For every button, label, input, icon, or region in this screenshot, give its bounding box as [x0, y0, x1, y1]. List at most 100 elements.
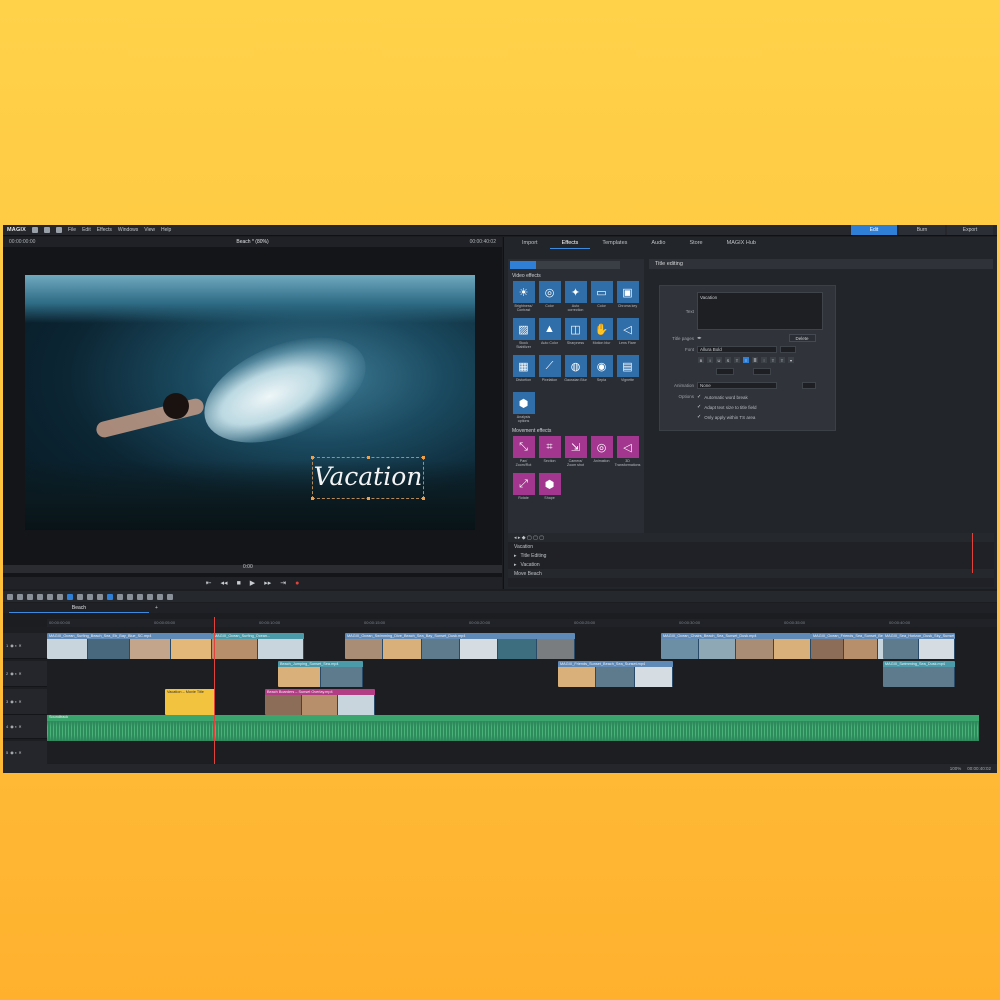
- track-controls-icon[interactable]: ◉ ◐ ✕: [10, 643, 21, 648]
- effect-tile[interactable]: ✋ Motion blur: [590, 318, 613, 352]
- effect-tile[interactable]: ◁ Lens Flare: [616, 318, 639, 352]
- effect-tile[interactable]: ◉ Sepia: [590, 355, 613, 389]
- menu-file[interactable]: File: [68, 227, 76, 233]
- preview-scrubber[interactable]: 0:00: [3, 564, 502, 573]
- zoom-icon[interactable]: [127, 593, 133, 600]
- font-size-select[interactable]: [780, 346, 796, 353]
- open-folder-icon[interactable]: [44, 227, 51, 233]
- text-icon[interactable]: [167, 593, 173, 600]
- redo-icon[interactable]: [17, 593, 23, 600]
- save-icon[interactable]: [56, 227, 63, 233]
- track-header[interactable]: 4 ◉ ◐ ✕: [3, 715, 47, 739]
- lock-icon[interactable]: [87, 593, 93, 600]
- video-effects-header[interactable]: Video effects: [508, 271, 644, 281]
- trim-icon[interactable]: [137, 593, 143, 600]
- stop-icon[interactable]: ■: [237, 580, 241, 587]
- project-tab-beach[interactable]: Beach: [9, 603, 149, 613]
- tab-templates[interactable]: Templates: [590, 237, 639, 249]
- range-icon[interactable]: [117, 593, 123, 600]
- format-button[interactable]: I: [707, 357, 713, 363]
- menu-edit[interactable]: Edit: [82, 227, 91, 233]
- keyframe-row[interactable]: ▸ Vacation: [508, 560, 994, 569]
- effect-tile[interactable]: ▲ Auto Color: [538, 318, 561, 352]
- effect-tile[interactable]: ✦ Auto correction: [564, 281, 587, 315]
- tab-store[interactable]: Store: [677, 237, 714, 249]
- cut-icon[interactable]: [27, 593, 33, 600]
- effect-tile[interactable]: ☀ Brightness/ Contrast: [512, 281, 535, 315]
- tab-audio[interactable]: Audio: [639, 237, 677, 249]
- movement-effects-header[interactable]: Movement effects: [508, 426, 644, 436]
- keyframe-tools-icon[interactable]: ◂ ▸ ◆ ▢ ▢ ▢: [514, 535, 544, 541]
- timeline-clip[interactable]: MAGIX_Ocean_Chairs_Beach_Sea_Sunset_Dusk…: [661, 633, 811, 659]
- track-header[interactable]: 5 ◉ ◐ ✕: [3, 741, 47, 765]
- effect-tile[interactable]: ◍ Gaussian Blur: [564, 355, 587, 389]
- effect-tile[interactable]: ◫ Sharpness: [564, 318, 587, 352]
- track-header[interactable]: 1 ◉ ◐ ✕: [3, 633, 47, 659]
- effect-tile[interactable]: ▨ Stock Stabilizer: [512, 318, 535, 352]
- undo-icon[interactable]: [7, 593, 13, 600]
- timeline-clip[interactable]: MAGIX_Ocean_Swimming_Dive_Beach_Sea_Bay_…: [345, 633, 575, 659]
- timeline-playhead[interactable]: [214, 617, 215, 767]
- mouse-mode-icon[interactable]: [107, 593, 113, 600]
- track-header[interactable]: 3 ◉ ◐ ✕: [3, 689, 47, 715]
- effects-search-input[interactable]: [510, 261, 620, 269]
- page-stepper-icon[interactable]: ◂▸: [697, 335, 702, 341]
- expand-icon[interactable]: ▸: [514, 562, 517, 568]
- video-frame[interactable]: Vacation: [25, 275, 475, 530]
- delete-button[interactable]: Delete: [788, 334, 816, 342]
- mode-tab-edit[interactable]: Edit: [851, 225, 897, 235]
- link-icon[interactable]: [97, 593, 103, 600]
- format-button[interactable]: B: [698, 357, 704, 363]
- resize-handle[interactable]: [422, 456, 425, 459]
- effect-tile[interactable]: ◎ Animation: [590, 436, 613, 470]
- expand-icon[interactable]: ▸: [514, 553, 517, 559]
- mode-tab-burn[interactable]: Burn: [899, 225, 945, 235]
- effect-tile[interactable]: ⇲ Camera/ Zoom shot: [564, 436, 587, 470]
- split-icon[interactable]: [47, 593, 53, 600]
- effect-tile[interactable]: ⤡ Pan/ Zoom/Rot: [512, 436, 535, 470]
- timeline-clip[interactable]: Beach Boarders – Sunset Overlay.mp4: [265, 689, 375, 715]
- format-button[interactable]: T: [779, 357, 785, 363]
- tab-effects[interactable]: Effects: [549, 237, 591, 249]
- effect-tile[interactable]: ◎ Color: [538, 281, 561, 315]
- forward-icon[interactable]: ▸▸: [264, 579, 271, 587]
- play-icon[interactable]: ▶: [250, 579, 255, 587]
- format-button[interactable]: ▾: [788, 357, 794, 363]
- mode-tab-export[interactable]: Export: [947, 225, 993, 235]
- adapt-size-checkbox[interactable]: Adapt text size to title field: [697, 404, 756, 410]
- effect-tile[interactable]: ▦ Distortion: [512, 355, 535, 389]
- animation-select[interactable]: None: [697, 382, 777, 389]
- format-button[interactable]: ⫶: [761, 357, 767, 363]
- keyframe-playhead[interactable]: [972, 533, 973, 573]
- timeline-clip[interactable]: MAGIX_Ocean_Surfing_Ocean...: [212, 633, 304, 659]
- effect-tile[interactable]: ⌗ Section: [538, 436, 561, 470]
- effect-tile[interactable]: ▤ Vignette: [616, 355, 639, 389]
- resize-handle[interactable]: [311, 456, 314, 459]
- audio-clip[interactable]: Soundtrack: [47, 715, 979, 741]
- timeline-clip[interactable]: MAGIX_Ocean_Surfing_Beach_Sea_Eb_Bay_Blu…: [47, 633, 212, 659]
- add-project-icon[interactable]: +: [155, 605, 158, 611]
- animation-duration-field[interactable]: [802, 382, 816, 389]
- effect-tile[interactable]: ⬢ Shape: [538, 473, 561, 507]
- tab-magix-hub[interactable]: MAGIX Hub: [715, 237, 768, 249]
- menu-windows[interactable]: Windows: [118, 227, 138, 233]
- track-controls-icon[interactable]: ◉ ◐ ✕: [10, 699, 21, 704]
- resize-handle[interactable]: [422, 497, 425, 500]
- zoom-level[interactable]: 100%: [950, 766, 962, 771]
- effect-tile[interactable]: ⬢ Analysis options: [512, 392, 535, 426]
- keyframe-row[interactable]: ▸ Title Editing: [508, 551, 994, 560]
- record-icon[interactable]: ●: [295, 580, 299, 587]
- delete-icon[interactable]: [37, 593, 43, 600]
- track-header[interactable]: 2 ◉ ◐ ✕: [3, 661, 47, 687]
- group-icon[interactable]: [57, 593, 63, 600]
- format-button[interactable]: ≣: [752, 357, 758, 363]
- snap-icon[interactable]: [77, 593, 83, 600]
- timeline-clip[interactable]: Beach_Jumping_Sunset_Sea.mp4: [278, 661, 363, 687]
- next-marker-icon[interactable]: ⇥: [280, 579, 286, 587]
- title-text-input[interactable]: Vacation: [697, 292, 823, 330]
- prev-marker-icon[interactable]: ⇤: [206, 579, 212, 587]
- word-break-checkbox[interactable]: Automatic word break: [697, 394, 756, 400]
- title-bounding-box[interactable]: Vacation: [311, 456, 425, 500]
- timeline-clip[interactable]: MAGIX_Friends_Sunset_Beach_Sea_Sunset.mp…: [558, 661, 673, 687]
- timeline-clip[interactable]: MAGIX_Swimming_Sea_Dusk.mp4: [883, 661, 955, 687]
